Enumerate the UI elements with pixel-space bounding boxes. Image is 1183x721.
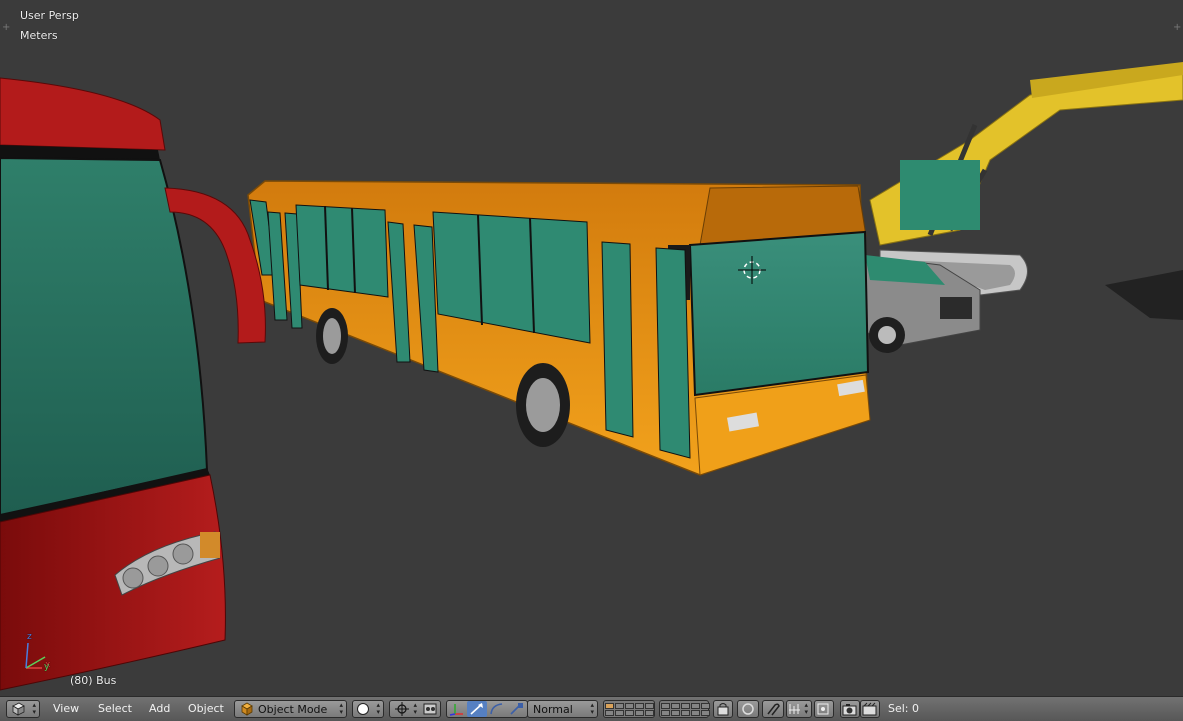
opengl-anim-icon: [862, 702, 877, 716]
layers-group-2[interactable]: [659, 700, 710, 718]
layer-button[interactable]: [605, 703, 614, 709]
layer-button[interactable]: [615, 703, 624, 709]
manipulator-group: [446, 700, 528, 718]
orientation-arrows-icon: ▴ ▾: [590, 701, 594, 716]
scale-icon[interactable]: [509, 702, 525, 716]
pivot-point-icon: [395, 702, 409, 716]
snap-element-dropdown[interactable]: ▴ ▾: [786, 700, 812, 718]
layer-button[interactable]: [605, 710, 614, 716]
region-split-top-right-icon[interactable]: +: [1173, 23, 1181, 33]
menu-add[interactable]: Add: [149, 702, 170, 715]
region-split-top-left-icon[interactable]: +: [2, 23, 10, 33]
translate-icon: [470, 703, 483, 715]
layer-button[interactable]: [681, 703, 690, 709]
snap-element-icon: [789, 704, 800, 714]
red-coach-model: [0, 77, 266, 691]
layer-button[interactable]: [615, 710, 624, 716]
opengl-anim-button[interactable]: [860, 700, 880, 718]
editor-type-arrows-icon: ▴ ▾: [32, 701, 36, 716]
layer-button[interactable]: [671, 703, 680, 709]
layer-button[interactable]: [701, 703, 710, 709]
opengl-render-button[interactable]: [840, 700, 860, 718]
object-cube-icon: [241, 702, 253, 716]
layer-button[interactable]: [625, 703, 634, 709]
layer-button[interactable]: [691, 710, 700, 716]
manipulator-axes-icon[interactable]: [449, 702, 465, 716]
layer-button[interactable]: [635, 703, 644, 709]
layer-button[interactable]: [681, 710, 690, 716]
layer-button[interactable]: [691, 703, 700, 709]
layer-button[interactable]: [661, 703, 670, 709]
proportional-edit-toggle[interactable]: [737, 700, 759, 718]
layer-button[interactable]: [645, 710, 654, 716]
units-label: Meters: [20, 29, 58, 42]
editor-type-button[interactable]: ▴ ▾: [6, 700, 40, 718]
selection-count-label: Sel: 0: [888, 702, 920, 715]
view-name-label: User Persp: [20, 9, 79, 22]
layer-button[interactable]: [625, 710, 634, 716]
snap-toggle[interactable]: [762, 700, 784, 718]
pivot-align-icon[interactable]: [422, 702, 438, 716]
active-object-label: (80) Bus: [70, 674, 117, 687]
orange-bus-model: [247, 180, 871, 476]
mode-label: Object Mode: [258, 703, 328, 716]
3d-view-icon: [12, 702, 25, 716]
solid-shading-icon: [357, 703, 369, 715]
snap-element-arrows-icon: ▴ ▾: [804, 701, 808, 716]
snap-icon: [767, 703, 780, 716]
scene-render: [0, 62, 1183, 691]
proportional-edit-icon: [742, 703, 754, 715]
layer-button[interactable]: [671, 710, 680, 716]
mode-dropdown[interactable]: Object Mode ▴ ▾: [234, 700, 347, 718]
opengl-render-icon: [842, 704, 857, 716]
3d-view-header: ▴ ▾ View Select Add Object Object Mode ▴ ▾…: [0, 696, 1183, 721]
translate-toggle[interactable]: [467, 701, 487, 717]
rotate-icon[interactable]: [489, 702, 505, 716]
lock-camera-icon: [717, 703, 729, 716]
mode-arrows-icon: ▴ ▾: [339, 701, 343, 716]
3d-viewport[interactable]: User Persp Meters (80) Bus x y z + +: [0, 0, 1183, 696]
axis-y-label: y: [44, 662, 50, 672]
axis-z-label: z: [27, 632, 32, 642]
menu-select[interactable]: Select: [98, 702, 132, 715]
snap-target-dropdown[interactable]: [814, 700, 834, 718]
layers-group-1[interactable]: [603, 700, 655, 718]
lock-camera-toggle[interactable]: [713, 700, 733, 718]
viewport-shading-dropdown[interactable]: ▴ ▾: [352, 700, 384, 718]
pivot-point-dropdown[interactable]: ▴ ▾: [389, 700, 441, 718]
layer-button[interactable]: [635, 710, 644, 716]
shading-arrows-icon: ▴ ▾: [376, 701, 380, 716]
layer-button[interactable]: [645, 703, 654, 709]
transform-orientation-dropdown[interactable]: Normal ▴ ▾: [527, 700, 598, 718]
menu-view[interactable]: View: [53, 702, 79, 715]
layer-button[interactable]: [661, 710, 670, 716]
layer-button[interactable]: [701, 710, 710, 716]
pivot-arrows-icon: ▴ ▾: [413, 701, 417, 716]
menu-object[interactable]: Object: [188, 702, 224, 715]
snap-target-icon: [817, 703, 829, 715]
transform-orientation-label: Normal: [533, 703, 573, 716]
